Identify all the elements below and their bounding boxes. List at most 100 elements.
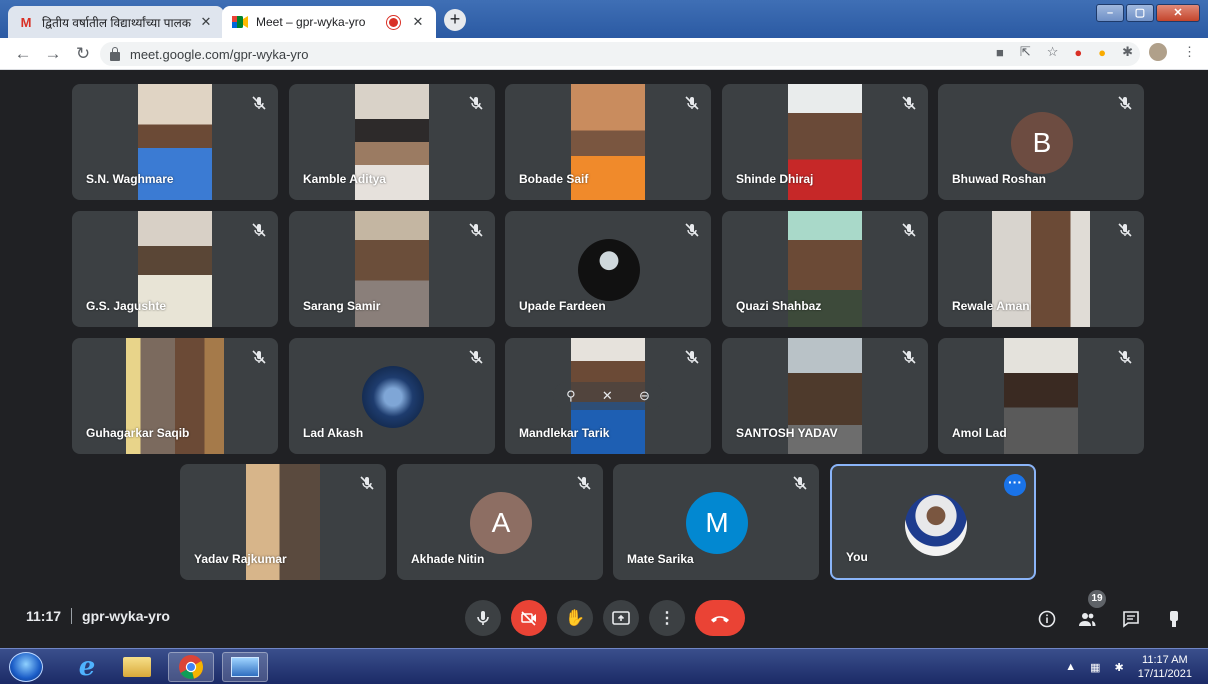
remove-participant-icon[interactable]: ⊖ <box>639 388 650 404</box>
meeting-time: 11:17 <box>26 608 62 624</box>
more-vert-icon: ⋮ <box>659 610 675 627</box>
participant-tile[interactable]: Lad Akash <box>289 338 495 454</box>
system-tray: ▲ ▦ ✱ 11:17 AM 17/11/2021 <box>1065 653 1192 681</box>
maximize-button[interactable]: ▢ <box>1126 4 1154 22</box>
screen-recorder-icon[interactable] <box>222 652 268 682</box>
browser-menu-icon[interactable]: ⋮ <box>1183 44 1196 60</box>
participant-name: Bhuwad Roshan <box>952 172 1047 186</box>
mic-off-icon <box>685 350 699 364</box>
internet-explorer-icon[interactable]: e <box>64 652 110 682</box>
participant-name: Shinde Dhiraj <box>736 172 814 186</box>
share-icon[interactable]: ⇱ <box>1020 44 1031 60</box>
extension-bulb-icon[interactable]: ● <box>1098 45 1106 60</box>
participant-tile[interactable]: A Akhade Nitin <box>397 464 603 580</box>
participant-tile[interactable]: Kamble Aditya <box>289 84 495 200</box>
more-options-icon[interactable]: ··· <box>1004 474 1026 496</box>
camera-icon[interactable]: ■ <box>996 45 1004 60</box>
tab-meet[interactable]: Meet – gpr-wyka-yro ✕ <box>222 6 436 38</box>
participant-name: Amol Lad <box>952 426 1007 440</box>
present-screen-icon <box>612 611 630 625</box>
windows-taskbar: e ▲ ▦ ✱ 11:17 AM 17/11/2021 <box>0 648 1208 684</box>
mic-off-icon <box>1118 350 1132 364</box>
microphone-button[interactable] <box>465 600 501 636</box>
participant-name: Akhade Nitin <box>411 552 485 566</box>
window-controls: – ▢ ✕ <box>1096 4 1200 22</box>
camera-off-button[interactable] <box>511 600 547 636</box>
taskbar-clock[interactable]: 11:17 AM 17/11/2021 <box>1138 653 1192 681</box>
lock-icon <box>110 46 120 61</box>
mute-participant-icon[interactable]: ✕ <box>602 388 613 404</box>
self-avatar <box>905 494 967 556</box>
chrome-icon[interactable] <box>168 652 214 682</box>
tab-gmail[interactable]: M द्वितीय वर्षातील विद्यार्थ्यांच्या पाल… <box>8 6 224 38</box>
self-tile[interactable]: ··· You <box>830 464 1036 580</box>
participant-tile[interactable]: ⚲ ✕ ⊖ Mandlekar Tarik <box>505 338 711 454</box>
pin-icon[interactable]: ⚲ <box>566 388 576 404</box>
address-bar[interactable]: meet.google.com/gpr-wyka-yro <box>100 42 1140 66</box>
divider <box>71 608 73 624</box>
mic-off-icon <box>469 223 483 237</box>
mic-off-icon <box>469 350 483 364</box>
meet-icon <box>232 15 248 29</box>
raise-hand-button[interactable]: ✋ <box>557 600 593 636</box>
meeting-info-icon[interactable] <box>1036 608 1058 630</box>
bookmark-star-icon[interactable]: ☆ <box>1047 44 1059 60</box>
clock-date: 17/11/2021 <box>1137 668 1192 680</box>
leave-call-button[interactable] <box>695 600 745 636</box>
more-options-button[interactable]: ⋮ <box>649 600 685 636</box>
tile-hover-controls: ⚲ ✕ ⊖ <box>553 382 663 410</box>
activities-icon[interactable] <box>1163 608 1185 630</box>
bluetooth-icon[interactable]: ✱ <box>1115 661 1124 674</box>
mic-off-icon <box>577 476 591 490</box>
participant-tile[interactable]: G.S. Jagushte <box>72 211 278 327</box>
show-hidden-icons-icon[interactable]: ▲ <box>1065 661 1076 673</box>
participant-tile[interactable]: Sarang Samir <box>289 211 495 327</box>
people-count-badge: 19 <box>1088 590 1106 608</box>
participant-name: Sarang Samir <box>303 299 381 313</box>
participant-name: Mate Sarika <box>627 552 694 566</box>
participant-tile[interactable]: SANTOSH YADAV <box>722 338 928 454</box>
back-arrow-icon[interactable]: ← <box>8 44 38 64</box>
reload-icon[interactable]: ↻ <box>68 44 98 64</box>
url-text: meet.google.com/gpr-wyka-yro <box>130 46 309 62</box>
participant-name: Yadav Rajkumar <box>194 552 287 566</box>
participant-tile[interactable]: S.N. Waghmare <box>72 84 278 200</box>
close-window-button[interactable]: ✕ <box>1156 4 1200 22</box>
chat-icon[interactable] <box>1120 608 1142 630</box>
tab-title: Meet – gpr-wyka-yro <box>256 15 366 29</box>
participant-name: Kamble Aditya <box>303 172 386 186</box>
tab-title: द्वितीय वर्षातील विद्यार्थ्यांच्या पालक <box>42 15 191 30</box>
participant-tile[interactable]: M Mate Sarika <box>613 464 819 580</box>
minimize-button[interactable]: – <box>1096 4 1124 22</box>
participant-name: Mandlekar Tarik <box>519 426 610 440</box>
mic-off-icon <box>902 223 916 237</box>
extensions-puzzle-icon[interactable]: ✱ <box>1122 44 1133 60</box>
mic-off-icon <box>902 350 916 364</box>
participant-tile[interactable]: Shinde Dhiraj <box>722 84 928 200</box>
participant-tile[interactable]: Bobade Saif <box>505 84 711 200</box>
people-icon[interactable] <box>1076 608 1098 630</box>
forward-arrow-icon[interactable]: → <box>38 44 68 64</box>
extension-red-icon[interactable]: ● <box>1074 45 1082 60</box>
file-explorer-icon[interactable] <box>114 652 160 682</box>
close-tab-icon[interactable]: ✕ <box>410 14 426 30</box>
present-screen-button[interactable] <box>603 600 639 636</box>
network-icon[interactable]: ▦ <box>1090 661 1100 674</box>
participant-tile[interactable]: Rewale Aman <box>938 211 1144 327</box>
participant-tile[interactable]: Guhagarkar Saqib <box>72 338 278 454</box>
participant-name: S.N. Waghmare <box>86 172 174 186</box>
participant-tile[interactable]: Amol Lad <box>938 338 1144 454</box>
participant-tile[interactable]: Yadav Rajkumar <box>180 464 386 580</box>
mic-off-icon <box>252 96 266 110</box>
participant-avatar <box>578 239 640 301</box>
hang-up-icon <box>711 616 729 623</box>
participant-tile[interactable]: Quazi Shahbaz <box>722 211 928 327</box>
start-button[interactable] <box>9 652 43 682</box>
profile-avatar[interactable] <box>1149 43 1167 61</box>
participant-name: G.S. Jagushte <box>86 299 167 313</box>
new-tab-button[interactable]: + <box>444 9 466 31</box>
participant-tile[interactable]: Upade Fardeen <box>505 211 711 327</box>
participant-tile[interactable]: B Bhuwad Roshan <box>938 84 1144 200</box>
mic-off-icon <box>1118 223 1132 237</box>
close-tab-icon[interactable]: ✕ <box>198 14 214 30</box>
